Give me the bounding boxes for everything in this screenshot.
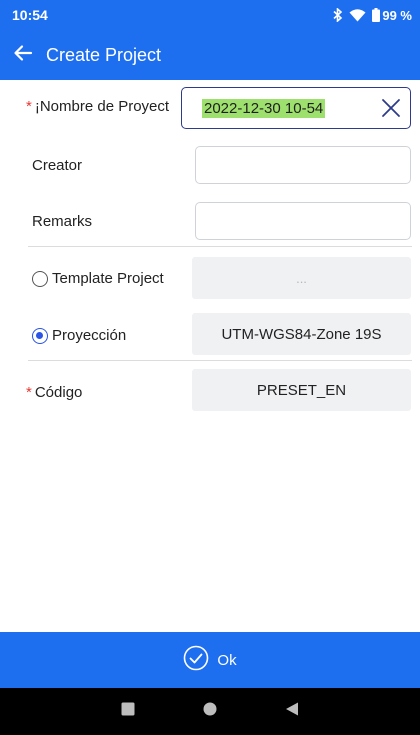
- recent-apps-icon: [121, 702, 135, 721]
- required-mark: *: [26, 98, 32, 115]
- back-button[interactable]: [6, 38, 40, 72]
- project-name-row: * ¡Nombre de Proyect 2022-12-30 10-54: [0, 80, 420, 136]
- code-select[interactable]: PRESET_EN: [192, 369, 411, 411]
- status-icons: 99 %: [332, 6, 412, 24]
- project-name-label-group: * ¡Nombre de Proyect: [26, 98, 169, 115]
- home-icon: [203, 702, 217, 721]
- project-name-value: 2022-12-30 10-54: [202, 99, 326, 118]
- template-project-row: Template Project ...: [0, 254, 420, 304]
- required-mark: *: [26, 384, 32, 401]
- projection-radio[interactable]: [32, 328, 48, 344]
- projection-label: Proyección: [52, 327, 127, 344]
- projection-row: Proyección UTM-WGS84-Zone 19S: [0, 310, 420, 360]
- projection-select[interactable]: UTM-WGS84-Zone 19S: [192, 313, 411, 355]
- status-time: 10:54: [12, 7, 48, 23]
- page-title: Create Project: [46, 45, 162, 65]
- app-bar: Create Project: [0, 30, 420, 80]
- system-nav-bar: [0, 688, 420, 735]
- arrow-left-icon: [13, 43, 33, 68]
- recent-apps-button[interactable]: [98, 688, 158, 735]
- nav-back-button[interactable]: [262, 688, 322, 735]
- template-project-label: Template Project: [52, 270, 164, 287]
- back-icon: [285, 702, 299, 721]
- divider: [28, 360, 412, 361]
- home-button[interactable]: [180, 688, 240, 735]
- code-label: Código: [34, 384, 83, 401]
- battery-indicator: 99 %: [372, 8, 412, 23]
- wifi-icon: [349, 8, 366, 22]
- battery-icon: [372, 8, 381, 22]
- creator-label: Creator: [32, 157, 83, 174]
- template-project-radio[interactable]: [32, 271, 48, 287]
- remarks-row: Remarks: [0, 196, 420, 246]
- battery-percent: 99 %: [382, 7, 412, 23]
- code-label-group: * Código: [26, 384, 82, 401]
- code-row: * Código PRESET_EN: [0, 366, 420, 416]
- project-name-input[interactable]: 2022-12-30 10-54: [181, 87, 411, 129]
- close-icon[interactable]: [380, 97, 402, 119]
- remarks-input[interactable]: [195, 202, 411, 240]
- ok-button[interactable]: Ok: [0, 632, 420, 688]
- ok-label: Ok: [217, 651, 237, 669]
- creator-input[interactable]: [195, 146, 411, 184]
- divider: [28, 246, 412, 247]
- creator-row: Creator: [0, 140, 420, 192]
- remarks-label: Remarks: [32, 213, 93, 230]
- project-name-label: ¡Nombre de Proyect: [34, 98, 170, 115]
- bluetooth-icon: [332, 8, 343, 22]
- check-circle-icon: [183, 645, 209, 676]
- status-bar: 10:54 99 %: [0, 0, 420, 30]
- template-project-select[interactable]: ...: [192, 257, 411, 299]
